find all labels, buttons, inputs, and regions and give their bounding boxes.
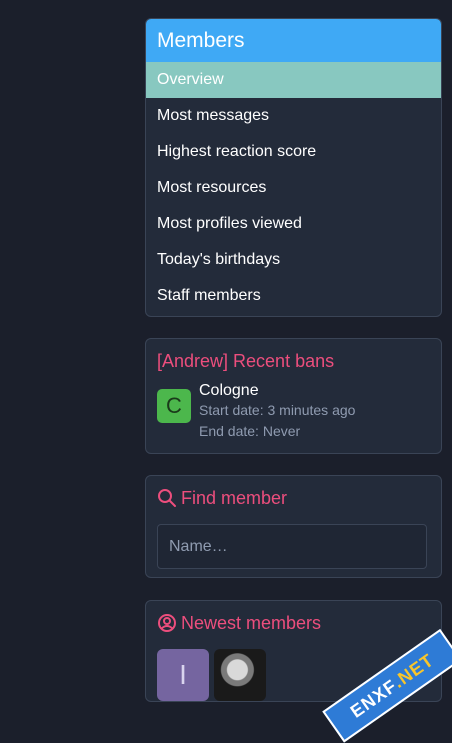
find-member-header: Find member — [146, 476, 441, 510]
ban-start-date: Start date: 3 minutes ago — [199, 402, 356, 418]
members-block: Members Overview Most messages Highest r… — [145, 18, 442, 317]
recent-bans-block: [Andrew] Recent bans C Cologne Start dat… — [145, 338, 442, 454]
ban-end-date: End date: Never — [199, 423, 301, 439]
search-icon — [158, 489, 176, 507]
nav-item-staff-members[interactable]: Staff members — [146, 278, 441, 314]
members-title[interactable]: Members — [146, 19, 441, 62]
name-input[interactable] — [157, 524, 427, 569]
nav-item-todays-birthdays[interactable]: Today's birthdays — [146, 242, 441, 278]
find-member-block: Find member — [145, 475, 442, 578]
find-member-title: Find member — [181, 487, 288, 508]
avatar[interactable]: C — [157, 389, 191, 423]
ban-info: Cologne Start date: 3 minutes ago End da… — [199, 382, 355, 442]
member-avatar-letter[interactable]: I — [157, 649, 209, 701]
ban-entry: C Cologne Start date: 3 minutes ago End … — [146, 373, 441, 442]
member-avatar-photo[interactable] — [214, 649, 266, 701]
user-circle-icon — [158, 614, 176, 632]
recent-bans-title: [Andrew] Recent bans — [157, 350, 335, 371]
nav-item-most-profiles-viewed[interactable]: Most profiles viewed — [146, 206, 441, 242]
nav-item-overview[interactable]: Overview — [146, 62, 441, 98]
nav-item-highest-reaction-score[interactable]: Highest reaction score — [146, 134, 441, 170]
nav-item-most-messages[interactable]: Most messages — [146, 98, 441, 134]
ban-username[interactable]: Cologne — [199, 382, 355, 400]
nav-item-most-resources[interactable]: Most resources — [146, 170, 441, 206]
newest-members-header: Newest members — [146, 601, 441, 635]
newest-members-title: Newest members — [181, 612, 322, 633]
